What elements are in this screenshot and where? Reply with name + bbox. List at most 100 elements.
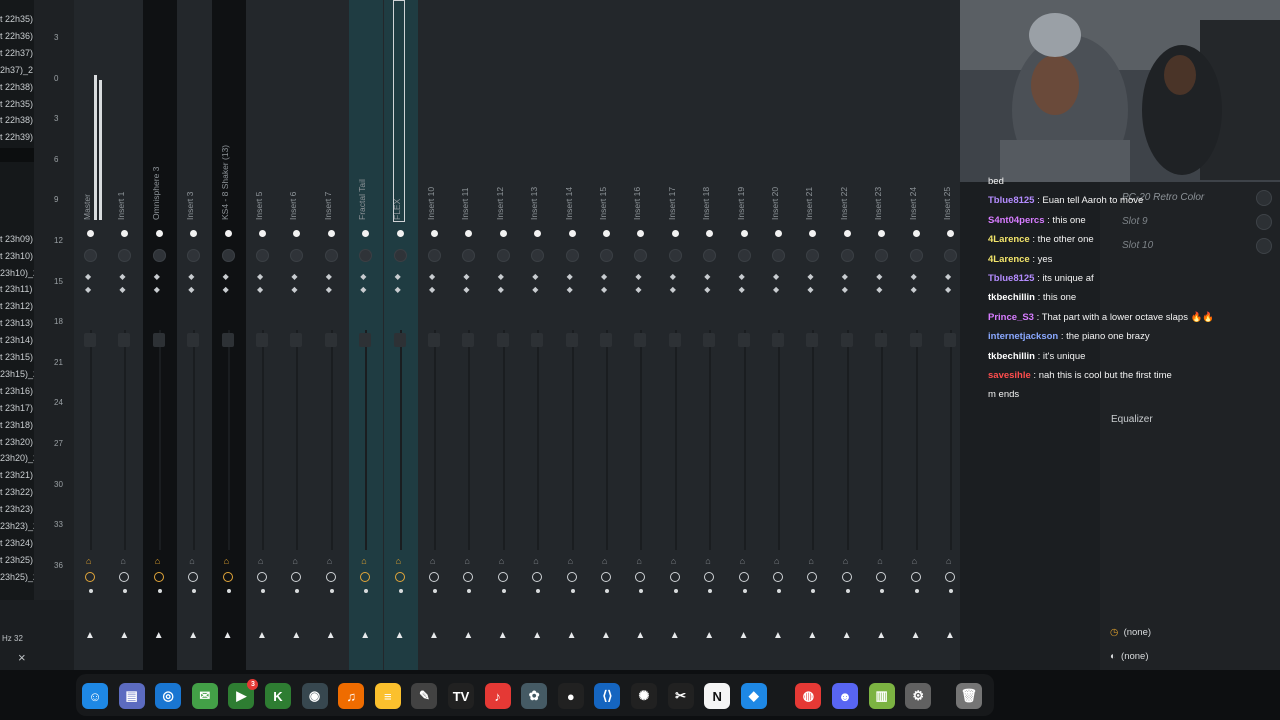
mixer-strip[interactable]: Insert 10 ◆ ◆ ⌂ ▲ xyxy=(418,0,452,670)
stereo-icon[interactable]: ◆ xyxy=(154,272,160,281)
volume-fader[interactable] xyxy=(359,333,372,347)
mixer-strip[interactable]: Insert 13 ◆ ◆ ⌂ ▲ xyxy=(521,0,555,670)
peak-led[interactable] xyxy=(87,230,94,237)
recording-item[interactable]: t 23h24) xyxy=(0,538,33,548)
pan-knob[interactable] xyxy=(221,249,235,262)
send-dot[interactable] xyxy=(742,589,747,593)
messages-icon[interactable]: ✉ xyxy=(191,683,218,709)
route-button[interactable] xyxy=(394,572,405,582)
lock-icon[interactable]: ⌂ xyxy=(671,556,676,566)
up-arrow-icon[interactable]: ▲ xyxy=(85,630,95,641)
stereo-icon[interactable]: ◆ xyxy=(876,272,882,281)
swap-icon[interactable]: ◆ xyxy=(326,285,332,294)
up-arrow-icon[interactable]: ▲ xyxy=(360,630,370,641)
volume-fader[interactable] xyxy=(84,333,96,347)
volume-fader[interactable] xyxy=(393,333,406,347)
lock-icon[interactable]: ⌂ xyxy=(533,556,538,566)
send-dot[interactable] xyxy=(708,589,713,593)
send-dot[interactable] xyxy=(845,589,850,593)
facetime-icon[interactable]: ▶ 3 xyxy=(228,679,259,709)
stereo-icon[interactable]: ◆ xyxy=(739,272,745,281)
stereo-icon[interactable]: ◆ xyxy=(498,272,504,281)
pan-knob[interactable] xyxy=(772,249,785,262)
recording-item[interactable]: 2h37)_2 xyxy=(0,65,33,75)
pan-knob[interactable] xyxy=(496,249,510,262)
up-arrow-icon[interactable]: ▲ xyxy=(876,630,886,641)
volume-fader[interactable] xyxy=(806,333,819,347)
up-arrow-icon[interactable]: ▲ xyxy=(188,630,198,641)
lock-icon[interactable]: ⌂ xyxy=(189,556,194,566)
stereo-icon[interactable]: ◆ xyxy=(911,272,917,281)
up-arrow-icon[interactable]: ▲ xyxy=(567,630,577,641)
stereo-icon[interactable]: ◆ xyxy=(773,272,779,281)
chatgpt-icon[interactable]: ✺ xyxy=(631,683,657,709)
recording-item[interactable]: t 23h09) xyxy=(0,234,33,244)
recording-item[interactable]: t 23h16) xyxy=(0,386,33,396)
up-arrow-icon[interactable]: ▲ xyxy=(223,630,233,641)
route-button[interactable] xyxy=(119,572,130,582)
volume-fader[interactable] xyxy=(118,333,131,347)
volume-fader[interactable] xyxy=(187,333,200,347)
volume-fader[interactable] xyxy=(668,333,681,347)
volume-fader[interactable] xyxy=(462,333,475,347)
lock-icon[interactable]: ⌂ xyxy=(224,556,229,566)
fl-studio-icon[interactable]: ♫ xyxy=(338,683,365,709)
volume-fader[interactable] xyxy=(565,333,578,347)
pan-knob[interactable] xyxy=(634,249,648,262)
volume-fader[interactable] xyxy=(221,333,234,347)
swap-icon[interactable]: ◆ xyxy=(498,285,504,294)
stereo-icon[interactable]: ◆ xyxy=(842,272,848,281)
swap-icon[interactable]: ◆ xyxy=(704,285,710,294)
swap-icon[interactable]: ◆ xyxy=(911,285,917,294)
swap-icon[interactable]: ◆ xyxy=(154,285,160,294)
lock-icon[interactable]: ⌂ xyxy=(499,556,504,566)
discord-icon[interactable]: ☻ xyxy=(832,683,858,709)
volume-fader[interactable] xyxy=(256,333,268,347)
recording-item[interactable]: t 23h21) xyxy=(0,470,33,480)
pan-knob[interactable] xyxy=(703,249,717,262)
lock-icon[interactable]: ⌂ xyxy=(912,556,917,566)
recording-item[interactable]: t 23h17) xyxy=(0,403,33,413)
chrome-icon[interactable]: ◍ xyxy=(795,683,822,709)
send-dot[interactable] xyxy=(329,589,334,593)
up-arrow-icon[interactable]: ▲ xyxy=(119,630,129,641)
recording-item[interactable]: t 22h38) xyxy=(0,82,33,92)
route-button[interactable] xyxy=(738,572,749,582)
peak-led[interactable] xyxy=(637,230,645,237)
send-dot[interactable] xyxy=(536,589,541,593)
mixer-strip[interactable]: Insert 22 ◆ ◆ ⌂ ▲ xyxy=(831,0,865,670)
stereo-icon[interactable]: ◆ xyxy=(85,272,91,281)
peak-led[interactable] xyxy=(912,230,920,237)
mixer-strip[interactable]: Omnisphere 3 ◆ ◆ ⌂ ▲ xyxy=(142,0,177,670)
recording-item[interactable]: 23h20)_2 xyxy=(0,453,34,463)
volume-fader[interactable] xyxy=(737,333,750,347)
recording-item[interactable]: 23h15)_2 xyxy=(0,369,34,379)
route-button[interactable] xyxy=(153,572,164,582)
pan-knob[interactable] xyxy=(187,249,201,262)
send-dot[interactable] xyxy=(192,589,197,593)
pan-knob[interactable] xyxy=(737,249,751,262)
output-none-2[interactable]: ◐ (none) xyxy=(1110,651,1149,662)
recording-item[interactable]: t 23h11) xyxy=(0,284,32,294)
mixer-strip[interactable]: KS4 - 8 Shaker (13) ◆ ◆ ⌂ ▲ xyxy=(211,0,246,670)
stereo-icon[interactable]: ◆ xyxy=(326,272,332,281)
recording-item[interactable]: t 23h12) xyxy=(0,301,33,311)
mixer-strip[interactable]: Insert 17 ◆ ◆ ⌂ ▲ xyxy=(659,0,693,670)
pan-knob[interactable] xyxy=(840,249,854,262)
mixer-strip[interactable]: Insert 5 ◆ ◆ ⌂ ▲ xyxy=(246,0,280,670)
tradingview-icon[interactable]: TV xyxy=(448,683,474,709)
notion-icon[interactable]: N xyxy=(704,683,731,709)
recording-item[interactable]: t 23h23) xyxy=(0,504,33,514)
mixer-strip[interactable]: Insert 3 ◆ ◆ ⌂ ▲ xyxy=(177,0,211,670)
stereo-icon[interactable]: ◆ xyxy=(257,272,263,281)
lock-icon[interactable]: ⌂ xyxy=(430,556,435,566)
peak-led[interactable] xyxy=(809,230,817,237)
recording-item[interactable]: t 23h18) xyxy=(0,420,33,430)
peak-led[interactable] xyxy=(878,230,886,237)
send-dot[interactable] xyxy=(157,589,162,593)
lock-icon[interactable]: ⌂ xyxy=(568,556,573,566)
volume-fader[interactable] xyxy=(428,333,440,347)
send-dot[interactable] xyxy=(123,589,128,593)
route-button[interactable] xyxy=(876,572,887,582)
volume-fader[interactable] xyxy=(496,333,509,347)
